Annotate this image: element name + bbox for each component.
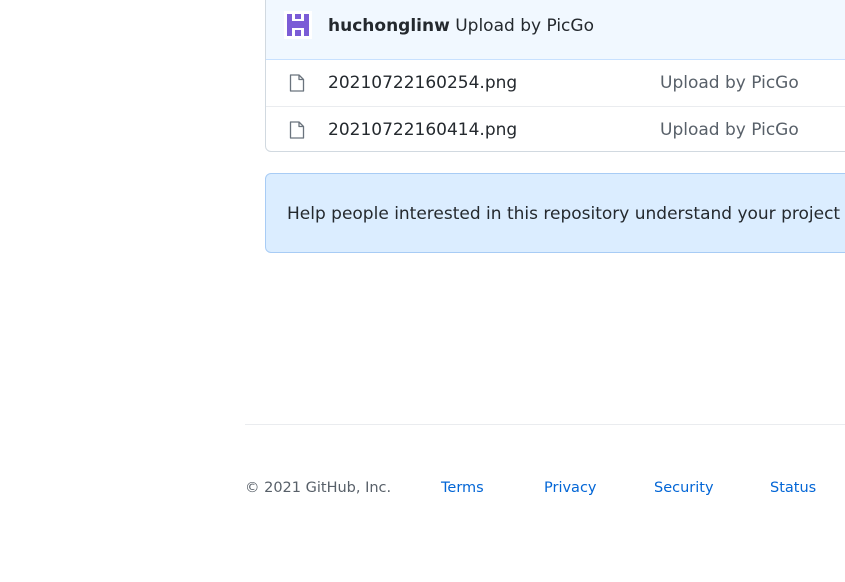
readme-prompt-text: Help people interested in this repositor… bbox=[287, 204, 845, 224]
commit-author[interactable]: huchonglinw bbox=[328, 16, 450, 36]
footer-copyright: © 2021 GitHub, Inc. bbox=[245, 480, 392, 496]
footer-divider bbox=[245, 424, 845, 425]
footer-link-status[interactable]: Status bbox=[770, 478, 816, 498]
commit-message[interactable]: Upload by PicGo bbox=[455, 16, 594, 36]
file-name-link[interactable]: 20210722160414.png bbox=[328, 119, 517, 141]
file-commit-message[interactable]: Upload by PicGo bbox=[660, 119, 799, 141]
file-commit-message[interactable]: Upload by PicGo bbox=[660, 72, 799, 94]
file-icon bbox=[289, 121, 305, 139]
file-list: huchonglinw Upload by PicGo 202107221602… bbox=[265, 0, 845, 152]
file-row: 20210722160414.png Upload by PicGo bbox=[266, 106, 845, 151]
footer: © 2021 GitHub, Inc. Terms Privacy Securi… bbox=[245, 478, 845, 498]
avatar[interactable] bbox=[284, 11, 312, 39]
footer-link-terms[interactable]: Terms bbox=[441, 478, 484, 498]
file-icon bbox=[289, 74, 305, 92]
readme-prompt-banner: Help people interested in this repositor… bbox=[265, 173, 845, 253]
file-row: 20210722160254.png Upload by PicGo bbox=[266, 60, 845, 106]
file-name-link[interactable]: 20210722160254.png bbox=[328, 72, 517, 94]
footer-link-security[interactable]: Security bbox=[654, 478, 714, 498]
latest-commit-text: huchonglinw Upload by PicGo bbox=[328, 15, 594, 37]
latest-commit-header: huchonglinw Upload by PicGo bbox=[266, 0, 845, 60]
footer-link-privacy[interactable]: Privacy bbox=[544, 478, 597, 498]
